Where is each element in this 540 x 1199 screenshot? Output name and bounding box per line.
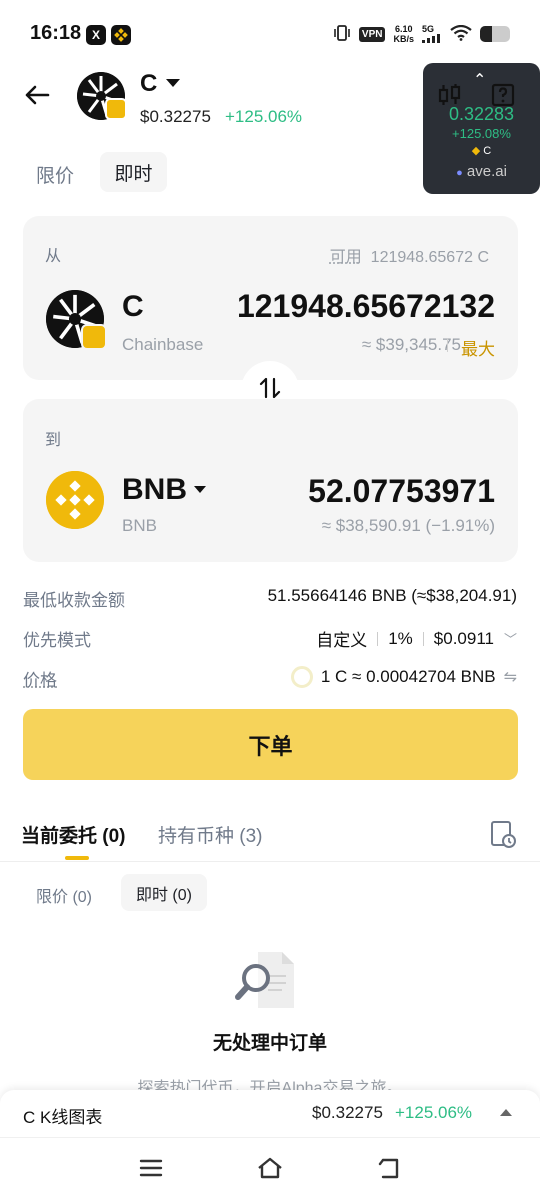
chevron-down-icon: ﹀ xyxy=(503,632,517,647)
tab-limit[interactable]: 限价 xyxy=(36,161,74,188)
widget-source: ● ave.ai xyxy=(456,163,507,180)
to-token-symbol[interactable]: BNB xyxy=(122,473,187,507)
back-arrow-icon[interactable] xyxy=(22,80,52,110)
min-receive-label: 最低收款金额 xyxy=(23,591,125,610)
status-icons: VPN 6.10 KB/s 5G xyxy=(333,24,510,44)
token-change: +125.06% xyxy=(225,107,303,126)
priority-selector[interactable]: 自定义 1% $0.0911 ﹀ xyxy=(316,626,517,651)
to-token-name: BNB xyxy=(122,516,157,535)
divider xyxy=(377,631,379,646)
place-order-button[interactable]: 下单 xyxy=(23,709,518,780)
tab-holdings[interactable]: 持有币种 (3) xyxy=(158,821,263,848)
bnb-small-icon: ◆ xyxy=(471,145,481,157)
active-tab-indicator xyxy=(65,856,89,860)
menu-icon[interactable] xyxy=(138,1155,164,1181)
ave-logo-icon: ● xyxy=(456,167,463,179)
kline-change: +125.06% xyxy=(395,1103,473,1122)
to-amount: 52.07753971 xyxy=(308,473,495,509)
widget-collapse-icon[interactable]: ⌃ xyxy=(473,70,486,90)
to-token-caret-icon[interactable] xyxy=(194,486,206,493)
tab-open-orders[interactable]: 当前委托 (0) xyxy=(21,821,126,848)
tab-market[interactable]: 即时 xyxy=(100,152,167,192)
kline-title: C K线图表 xyxy=(23,1108,103,1127)
from-amount-input[interactable]: 121948.65672132 xyxy=(237,288,495,325)
status-time: 16:18 xyxy=(30,22,82,44)
to-usd-value: ≈ $38,590.91 (−1.91%) xyxy=(321,516,495,535)
back-nav-icon[interactable] xyxy=(377,1155,403,1181)
widget-price: 0.32283 xyxy=(448,104,515,124)
price-value: 1 C ≈ 0.00042704 BNB xyxy=(320,667,496,686)
widget-symbol: ◆ C xyxy=(471,145,492,157)
token-select-caret-icon[interactable] xyxy=(166,79,180,87)
from-token-name: Chainbase xyxy=(122,335,204,354)
x-app-icon: X xyxy=(86,25,106,45)
priority-mode: 自定义 xyxy=(316,631,368,650)
vpn-badge: VPN xyxy=(358,26,386,42)
kline-price: $0.32275 xyxy=(312,1103,383,1122)
subtab-limit[interactable]: 限价 (0) xyxy=(36,883,92,907)
wifi-icon xyxy=(450,24,472,44)
empty-title: 无处理中订单 xyxy=(212,1033,327,1054)
refresh-timer-icon xyxy=(290,666,313,688)
min-receive-value: 51.55664146 BNB (≈$38,204.91) xyxy=(267,586,517,605)
binance-app-icon xyxy=(111,25,131,45)
priority-fee: $0.0911 xyxy=(433,628,494,648)
price-row: 1 C ≈ 0.00042704 BNB ⇋ xyxy=(290,666,517,688)
expand-up-icon[interactable] xyxy=(500,1109,512,1116)
invert-price-icon[interactable]: ⇋ xyxy=(504,667,517,687)
home-icon[interactable] xyxy=(256,1155,284,1181)
token-symbol[interactable]: C xyxy=(140,70,157,98)
from-token-symbol[interactable]: C xyxy=(122,290,144,324)
net-speed: 6.10 KB/s xyxy=(393,24,414,44)
token-price: $0.32275 xyxy=(140,107,211,126)
from-label: 从 xyxy=(45,248,62,265)
priority-label: 优先模式 xyxy=(23,631,91,650)
divider xyxy=(447,338,448,352)
empty-search-icon xyxy=(234,950,300,1010)
bnb-logo xyxy=(46,471,104,529)
subtab-market[interactable]: 即时 (0) xyxy=(121,874,207,911)
divider xyxy=(0,861,540,862)
priority-slippage: 1% xyxy=(388,628,413,648)
divider xyxy=(422,631,424,646)
price-label: 价格 xyxy=(23,671,57,690)
to-label: 到 xyxy=(45,432,62,449)
order-history-icon[interactable] xyxy=(489,819,517,849)
binance-chain-badge xyxy=(105,98,127,120)
signal-icon: 5G xyxy=(422,25,442,43)
vibrate-icon xyxy=(333,24,351,44)
widget-change: +125.08% xyxy=(452,126,511,141)
battery-icon xyxy=(480,26,510,42)
max-button[interactable]: 最大 xyxy=(461,335,495,360)
from-chain-badge xyxy=(81,324,107,350)
available-balance: 可用 121948.65672 C xyxy=(329,249,489,266)
